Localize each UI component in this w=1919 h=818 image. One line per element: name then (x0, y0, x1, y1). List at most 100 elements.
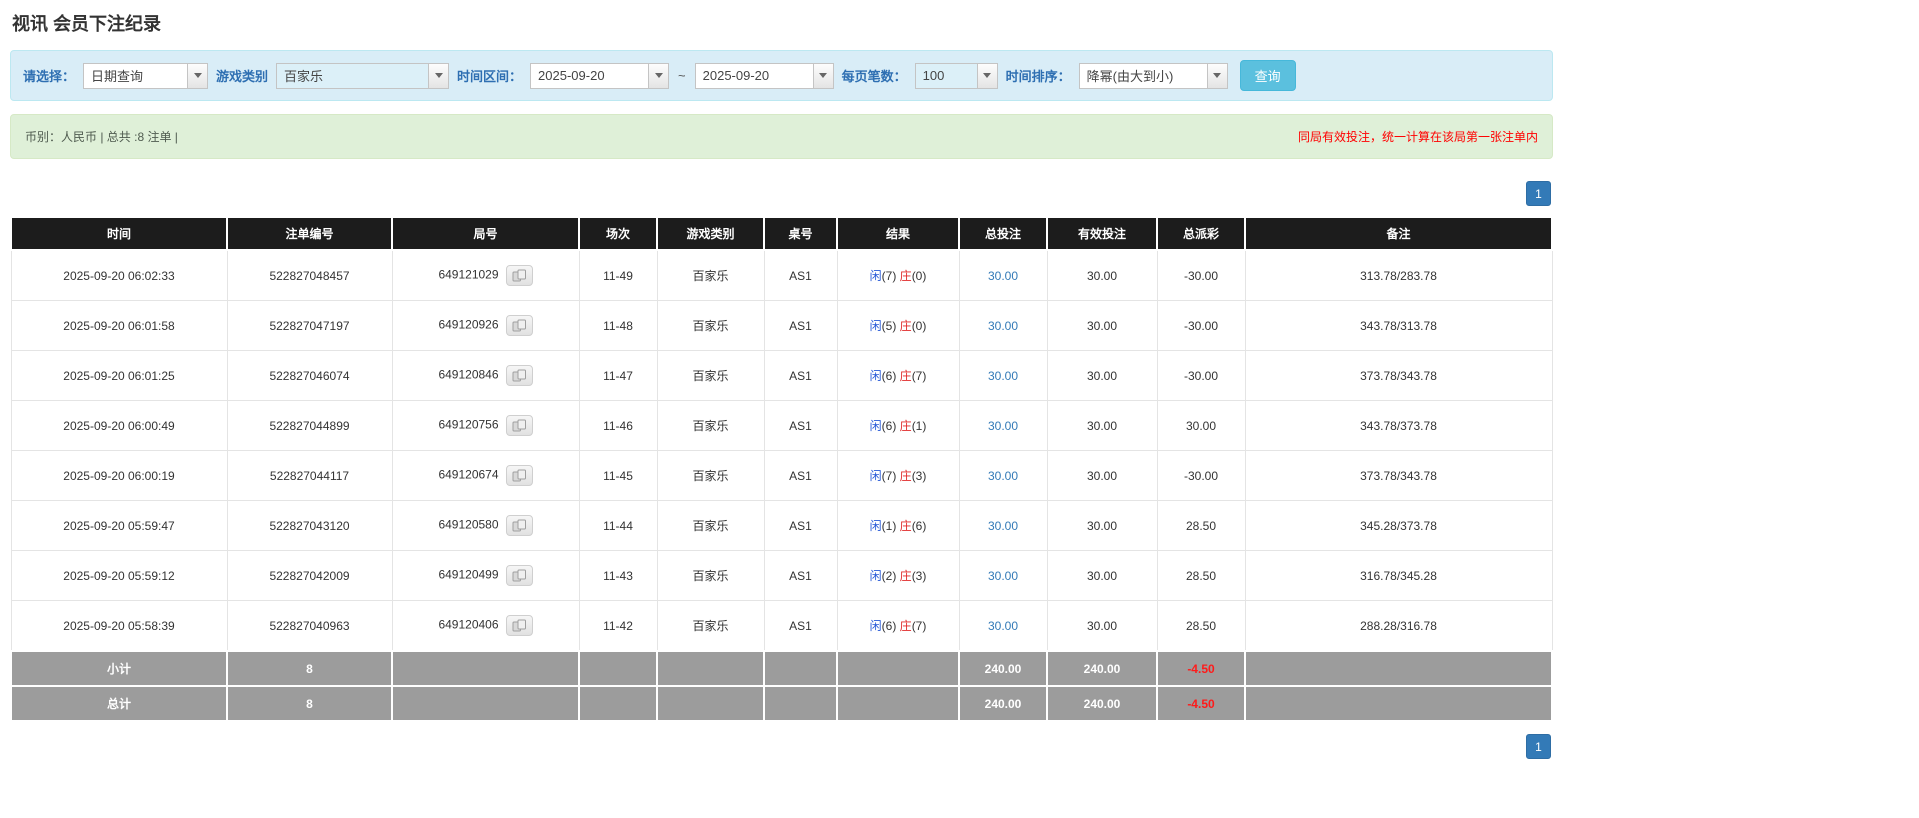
date-to-input[interactable] (694, 62, 813, 89)
summary-empty-cell (391, 650, 580, 687)
cell-game-type: 百家乐 (656, 249, 765, 301)
summary-total-bet: 240.00 (958, 650, 1048, 687)
query-type-arrow-button[interactable] (187, 62, 209, 89)
round-number-text: 649120926 (438, 317, 499, 332)
column-header: 局号 (391, 216, 580, 251)
total-bet-link[interactable]: 30.00 (988, 269, 1018, 283)
summary-empty-cell (763, 685, 838, 722)
round-result-cards-icon[interactable] (505, 365, 533, 386)
result-player: 闲(7) (869, 269, 897, 283)
page-1-button[interactable]: 1 (1526, 181, 1551, 206)
cell-game-type: 百家乐 (656, 550, 765, 601)
time-sort-arrow-button[interactable] (1206, 62, 1228, 89)
round-number-text: 649120580 (438, 517, 499, 532)
cell-payout: 28.50 (1156, 550, 1246, 601)
total-bet-link[interactable]: 30.00 (988, 319, 1018, 333)
cell-remark: 343.78/313.78 (1244, 300, 1553, 351)
caret-down-icon (819, 73, 828, 78)
cell-game-type: 百家乐 (656, 500, 765, 551)
cell-result: 闲(1) 庄(6) (836, 500, 960, 551)
date-range-label: 时间区间： (457, 69, 523, 84)
round-result-cards-icon[interactable] (505, 515, 533, 536)
total-bet-link[interactable]: 30.00 (988, 569, 1018, 583)
column-header: 注单编号 (226, 216, 393, 251)
cell-round-number: 649120406 (391, 600, 580, 652)
cell-remark: 316.78/345.28 (1244, 550, 1553, 601)
round-result-cards-icon[interactable] (505, 615, 533, 636)
column-header: 游戏类别 (656, 216, 765, 251)
total-bet-link[interactable]: 30.00 (988, 369, 1018, 383)
cell-time: 2025-09-20 06:00:49 (10, 400, 228, 451)
summary-empty-cell (836, 650, 960, 687)
result-banker: 庄(6) (899, 519, 927, 533)
query-type-input[interactable] (83, 62, 188, 89)
table-row: 2025-09-20 05:58:39 522827040963 649120406… (10, 600, 1553, 652)
cell-session: 11-42 (578, 600, 658, 652)
cell-payout: 28.50 (1156, 600, 1246, 652)
column-header: 总派彩 (1156, 216, 1246, 251)
cell-remark: 373.78/343.78 (1244, 350, 1553, 401)
cell-valid-bet: 30.00 (1046, 400, 1158, 451)
cell-table-number: AS1 (763, 600, 838, 652)
page-size-arrow-button[interactable] (976, 62, 998, 89)
cell-table-number: AS1 (763, 249, 838, 301)
result-player: 闲(2) (869, 569, 897, 583)
cell-valid-bet: 30.00 (1046, 450, 1158, 501)
total-bet-link[interactable]: 30.00 (988, 469, 1018, 483)
cell-valid-bet: 30.00 (1046, 249, 1158, 301)
cell-bet-number: 522827044899 (226, 400, 393, 451)
round-result-cards-icon[interactable] (505, 565, 533, 586)
summary-empty-cell (1244, 650, 1553, 687)
summary-empty-cell (836, 685, 960, 722)
search-button[interactable]: 查询 (1239, 60, 1296, 91)
cell-valid-bet: 30.00 (1046, 550, 1158, 601)
total-bet-link[interactable]: 30.00 (988, 519, 1018, 533)
caret-down-icon (193, 73, 202, 78)
result-banker: 庄(7) (899, 619, 927, 633)
round-result-cards-icon[interactable] (505, 465, 533, 486)
cell-time: 2025-09-20 05:59:12 (10, 550, 228, 601)
result-player: 闲(5) (869, 319, 897, 333)
time-sort-input[interactable] (1078, 62, 1207, 89)
table-header-row: 时间 注单编号 局号 场次 游戏类别 桌号 结果 总投注 有效投注 总派彩 备注 (10, 216, 1553, 251)
cell-table-number: AS1 (763, 450, 838, 501)
column-header: 桌号 (763, 216, 838, 251)
round-number-text: 649120846 (438, 367, 499, 382)
page-size-input[interactable] (914, 62, 977, 89)
date-from-input[interactable] (530, 62, 649, 89)
total-bet-link[interactable]: 30.00 (988, 419, 1018, 433)
page-container: 视讯 会员下注纪录 请选择： 游戏类别 时间区间： ~ 每页笔数： 时间排序： (0, 0, 1553, 759)
time-sort-combobox (1078, 62, 1228, 89)
column-header: 场次 (578, 216, 658, 251)
summary-label: 总计 (10, 685, 228, 722)
cell-table-number: AS1 (763, 500, 838, 551)
summary-payout: -4.50 (1156, 685, 1246, 722)
game-type-input[interactable] (276, 62, 429, 89)
round-result-cards-icon[interactable] (505, 315, 533, 336)
page-1-button[interactable]: 1 (1526, 734, 1551, 759)
date-to-arrow-button[interactable] (812, 62, 834, 89)
cell-total-bet: 30.00 (958, 500, 1048, 551)
cell-time: 2025-09-20 06:01:58 (10, 300, 228, 351)
column-header: 结果 (836, 216, 960, 251)
total-bet-link[interactable]: 30.00 (988, 619, 1018, 633)
cell-result: 闲(6) 庄(7) (836, 350, 960, 401)
date-from-arrow-button[interactable] (648, 62, 670, 89)
summary-empty-cell (1244, 685, 1553, 722)
query-type-label: 请选择： (23, 69, 76, 84)
table-row: 2025-09-20 06:00:19 522827044117 649120674… (10, 450, 1553, 501)
caret-down-icon (434, 73, 443, 78)
summary-empty-cell (656, 685, 765, 722)
cell-session: 11-48 (578, 300, 658, 351)
table-row: 2025-09-20 06:02:33 522827048457 649121029… (10, 249, 1553, 301)
summary-count: 8 (226, 685, 393, 722)
cell-result: 闲(7) 庄(0) (836, 249, 960, 301)
cell-payout: -30.00 (1156, 249, 1246, 301)
cell-remark: 288.28/316.78 (1244, 600, 1553, 652)
round-number-text: 649120499 (438, 567, 499, 582)
game-type-arrow-button[interactable] (428, 62, 450, 89)
cell-result: 闲(6) 庄(7) (836, 600, 960, 652)
cell-bet-number: 522827047197 (226, 300, 393, 351)
round-result-cards-icon[interactable] (505, 415, 533, 436)
round-result-cards-icon[interactable] (505, 265, 533, 286)
